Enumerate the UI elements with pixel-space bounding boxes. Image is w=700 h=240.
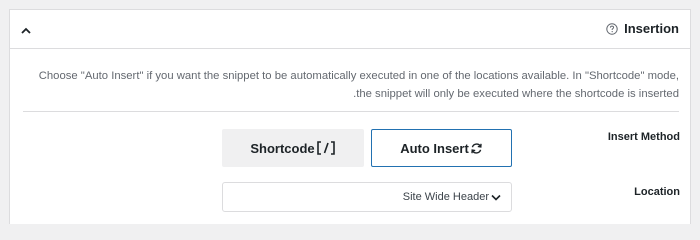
location-select-value: Site Wide Header	[402, 191, 489, 203]
sync-icon	[470, 142, 483, 155]
insertion-description: Choose "Auto Insert" if you want the sni…	[38, 70, 679, 100]
shortcode-icon	[316, 141, 336, 155]
chevron-up-icon[interactable]	[18, 22, 34, 38]
panel-header: Insertion	[10, 10, 690, 49]
insertion-panel: Insertion Choose "Auto Insert" if you wa…	[9, 9, 691, 224]
help-icon[interactable]	[606, 22, 618, 35]
location-label: Location	[634, 186, 680, 198]
auto-insert-button-label: Auto Insert	[400, 140, 469, 156]
chevron-down-icon	[491, 194, 501, 201]
divider	[23, 111, 679, 112]
shortcode-button-label: Shortcode	[250, 140, 315, 156]
insert-method-label: Insert Method	[607, 131, 680, 143]
panel-title: Insertion	[624, 21, 679, 36]
shortcode-button[interactable]: Shortcode	[222, 129, 364, 167]
auto-insert-button[interactable]: Auto Insert	[371, 129, 512, 167]
location-select[interactable]: Site Wide Header	[222, 182, 512, 212]
panel-title-group: Insertion	[606, 21, 679, 36]
